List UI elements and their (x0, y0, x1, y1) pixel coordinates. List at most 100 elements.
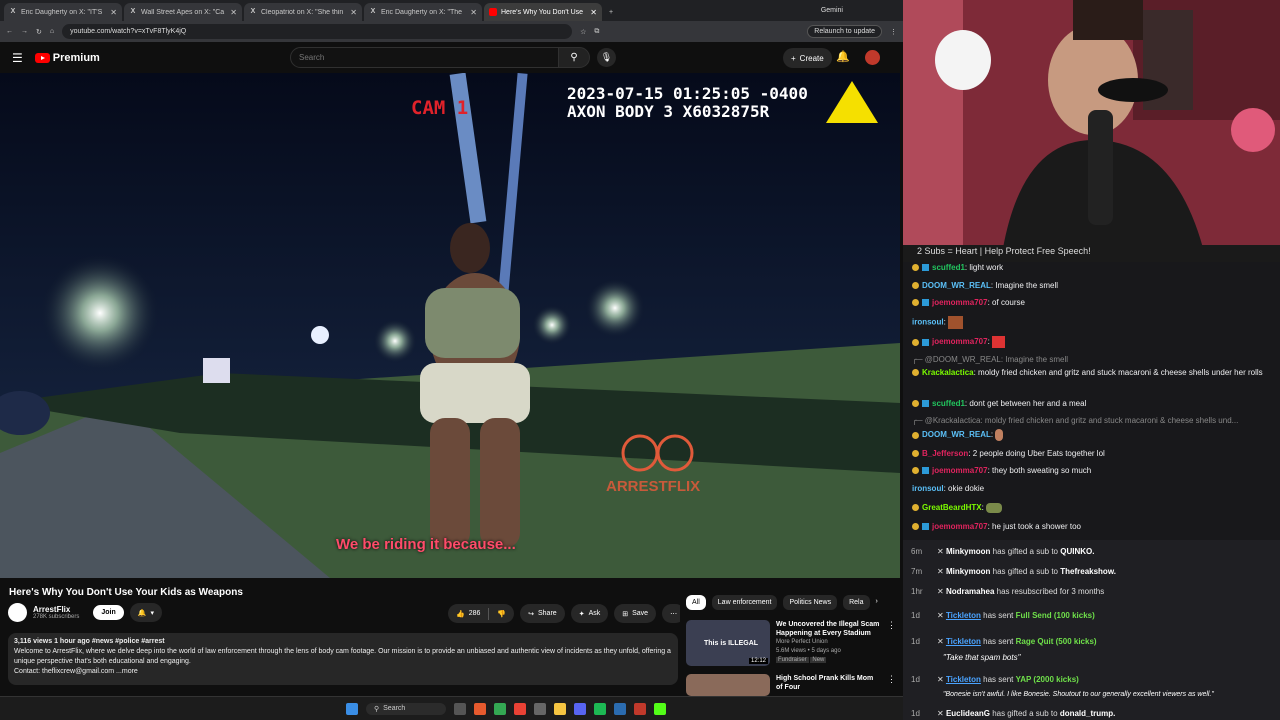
app-icon[interactable] (474, 702, 486, 715)
chat-message: joemomma707: they both sweating so much (912, 465, 1272, 476)
account-avatar[interactable] (865, 50, 880, 65)
channel-avatar[interactable] (8, 603, 27, 622)
chip-politics-news[interactable]: Politics News (783, 595, 838, 610)
chip-law-enforcement[interactable]: Law enforcement (711, 595, 778, 610)
share-button[interactable]: ↪ Share (520, 604, 565, 623)
chat-message: joemomma707: of course (912, 297, 1272, 308)
rec-video[interactable]: High School Prank Kills Mom of Four ⋮ (686, 674, 896, 696)
app-icon[interactable] (534, 702, 546, 715)
event-row: 1d ✕ EuclideanG has gifted a sub to donal… (911, 709, 1116, 718)
forward-icon[interactable]: → (21, 28, 28, 35)
rec-thumbnail[interactable] (686, 674, 770, 696)
rec-title: High School Prank Kills Mom of Four (776, 675, 874, 691)
new-tab-button[interactable]: + (604, 3, 622, 21)
badge-icon (912, 264, 919, 272)
badge-icon (912, 369, 919, 377)
browser-tab[interactable]: X Cleopatriot on X: "She thin ✕ (244, 3, 362, 21)
discord-icon[interactable] (574, 702, 586, 715)
kick-icon[interactable] (654, 702, 666, 715)
bodycam-timestamp: 2023-07-15 01:25:05 -0400 AXON BODY 3 X6… (567, 84, 808, 121)
close-tab-icon[interactable]: ✕ (110, 8, 117, 17)
spotify-icon[interactable] (594, 702, 606, 715)
search-button[interactable]: ⚲ (558, 47, 590, 68)
badge-icon (912, 523, 919, 531)
search-input[interactable] (290, 47, 560, 68)
browser-tab[interactable]: X Eric Daugherty on X: "IT'S ✕ (4, 3, 122, 21)
like-button[interactable]: 👍 286 👎 (448, 604, 515, 623)
close-tab-icon[interactable]: ✕ (230, 8, 237, 17)
chrome-icon[interactable] (494, 702, 506, 715)
x-logo-icon: X (250, 8, 256, 15)
badge-icon (912, 299, 919, 307)
notifications-bell-icon[interactable]: 🔔 (836, 50, 850, 63)
chip-all[interactable]: All (686, 595, 706, 610)
rec-menu-icon[interactable]: ⋮ (887, 674, 896, 696)
browser-tab-active[interactable]: Here's Why You Don't Use ✕ (484, 3, 602, 21)
emote-icon (948, 316, 964, 329)
hamburger-menu-icon[interactable]: ☰ (12, 51, 23, 65)
task-view-icon[interactable] (454, 702, 466, 715)
webcam-image (903, 0, 1280, 248)
chat-message: ironsoul: (912, 316, 1272, 329)
chat-message: joemomma707: he just took a shower too (912, 521, 1272, 532)
back-icon[interactable]: ← (6, 28, 13, 35)
event-row: 6m ✕ Minkymoon has gifted a sub to QUINKO… (911, 547, 1095, 556)
webcam-feed (903, 0, 1280, 248)
description-box[interactable]: 3,116 views 1 hour ago #news #police #ar… (8, 633, 678, 685)
relaunch-button[interactable]: Relaunch to update (807, 25, 882, 38)
youtube-logo[interactable]: Premium (34, 52, 100, 64)
chat-message: Krackalactica: moldy fried chicken and g… (912, 367, 1272, 378)
subscribe-bell-button[interactable]: 🔔 ▾ (129, 603, 162, 622)
chevron-right-icon[interactable]: › (876, 595, 878, 610)
browser-tab[interactable]: X Eric Daugherty on X: "The ✕ (364, 3, 482, 21)
event-quote: "Take that spam bots" (943, 653, 1021, 662)
join-button[interactable]: Join (93, 605, 124, 620)
gemini-button[interactable]: Gemini (821, 7, 843, 14)
rec-video[interactable]: This is ILLEGAL 12:12 We Uncovered the I… (686, 620, 896, 666)
reload-icon[interactable]: ↻ (36, 28, 42, 36)
browser-tab[interactable]: X Wall Street Apes on X: "Ca ✕ (124, 3, 242, 21)
app-icon[interactable] (514, 702, 526, 715)
address-toolbar: ← → ↻ ⌂ youtube.com/watch?v=xTvF8TlyK4jQ… (0, 21, 903, 42)
ask-button[interactable]: ✦ Ask (570, 604, 609, 623)
menu-kebab-icon[interactable]: ⋮ (890, 28, 897, 36)
close-tab-icon[interactable]: ✕ (350, 8, 357, 17)
save-button[interactable]: ⊞ Save (614, 604, 657, 623)
video-frame (0, 73, 900, 578)
emote-icon (995, 429, 1004, 441)
extensions-icon[interactable]: ⧉ (594, 28, 599, 36)
channel-name[interactable]: ArrestFlix (33, 605, 79, 614)
sub-badge-icon (922, 400, 929, 408)
windows-start-icon[interactable] (346, 702, 358, 715)
channel-watermark: ARRESTFLIX (606, 478, 701, 495)
thumbs-down-icon[interactable]: 👎 (497, 610, 506, 618)
app-icon[interactable] (634, 702, 646, 715)
taskbar-search[interactable]: ⚲ Search (366, 702, 446, 715)
chat-message: ironsoul: okie dokie (912, 484, 985, 493)
video-player[interactable]: CAM 1 2023-07-15 01:25:05 -0400 AXON BOD… (0, 73, 900, 578)
kicks-icon: ✕ (937, 675, 944, 684)
url-bar[interactable]: youtube.com/watch?v=xTvF8TlyK4jQ (62, 24, 573, 39)
x-logo-icon: X (130, 8, 136, 15)
file-explorer-icon[interactable] (554, 702, 566, 715)
description-contact: Contact: theflixcrew@gmail.com ...more (14, 668, 138, 675)
stream-banner: 2 Subs = Heart | Help Protect Free Speec… (903, 245, 1280, 262)
voice-search-button[interactable]: 🎙 (597, 48, 616, 67)
chip-related[interactable]: Rela (843, 595, 870, 610)
gift-icon: ✕ (937, 567, 944, 576)
bookmark-star-icon[interactable]: ☆ (580, 28, 586, 36)
app-icon[interactable] (614, 702, 626, 715)
close-tab-icon[interactable]: ✕ (590, 8, 597, 17)
kicks-icon: ✕ (937, 637, 944, 646)
close-tab-icon[interactable]: ✕ (470, 8, 477, 17)
x-logo-icon: X (370, 8, 376, 15)
rec-thumbnail[interactable]: This is ILLEGAL 12:12 (686, 620, 770, 666)
x-logo-icon: X (10, 8, 16, 15)
chat-message: B_Jefferson: 2 people doing Uber Eats to… (912, 448, 1272, 459)
home-icon[interactable]: ⌂ (50, 28, 54, 35)
chat-reply: ╭─ @DOOM_WR_REAL: Imagine the smell (912, 355, 1068, 364)
chat-reply: ╭─ @Krackalactica: moldy fried chicken a… (912, 416, 1239, 425)
thumbs-up-icon: 👍 (456, 610, 465, 618)
rec-menu-icon[interactable]: ⋮ (887, 620, 896, 666)
create-button[interactable]: + Create (783, 48, 832, 68)
